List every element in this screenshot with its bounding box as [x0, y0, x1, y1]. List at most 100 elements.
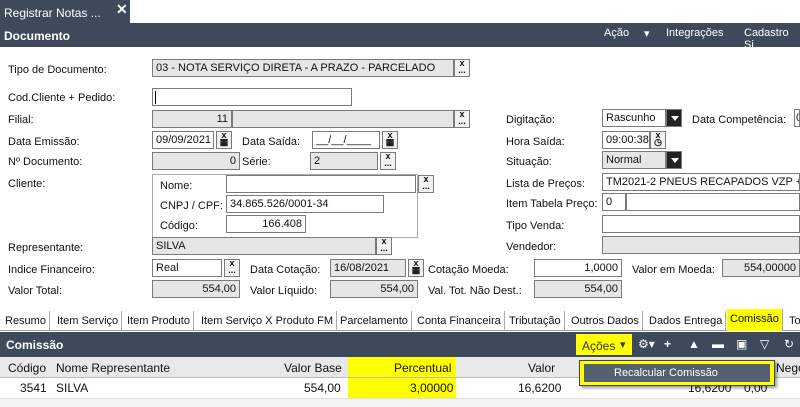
valor-moeda-field: 554,00000: [722, 259, 800, 277]
page-title: Documento: [4, 29, 70, 43]
data-cotacao-label: Data Cotação:: [250, 264, 321, 276]
representante-field[interactable]: SILVA: [152, 237, 376, 255]
comissao-header: Comissão Ações ▾ ⚙▾ + ▲ ▬ ▣ ▽ ↻: [0, 332, 800, 357]
chevron-down-icon: ▾: [620, 339, 626, 351]
menu-acao[interactable]: Ação: [604, 27, 629, 39]
acoes-dropdown-menu: Recalcular Comissão: [579, 360, 775, 386]
vendedor-field[interactable]: [602, 236, 800, 254]
valor-liquido-field: 554,00: [330, 280, 418, 298]
data-saida-label: Data Saída:: [242, 136, 301, 148]
lookup-button[interactable]: x...: [380, 152, 396, 170]
lookup-button[interactable]: x...: [418, 175, 434, 193]
acoes-label: Ações: [582, 339, 616, 353]
val-tot-nao-dest-label: Val. Tot. Não Dest.:: [428, 285, 522, 297]
codigo-input[interactable]: 166.408: [226, 215, 306, 233]
tab-item-servico[interactable]: Item Serviço: [54, 311, 123, 331]
lista-precos-field[interactable]: TM2021-2 PNEUS RECAPADOS VZP +14,9: [602, 173, 800, 191]
data-competencia-label: Data Competência:: [692, 114, 787, 126]
add-icon[interactable]: +: [664, 337, 671, 351]
tipo-documento-label: Tipo de Documento:: [8, 64, 107, 76]
move-up-icon[interactable]: ▲: [688, 337, 700, 351]
document-header: Documento Ação ▾ Integrações Cadastro Si: [0, 23, 800, 51]
digitacao-select[interactable]: Rascunho: [602, 109, 666, 127]
col-nego[interactable]: Nego: [776, 361, 800, 375]
indice-input[interactable]: Real: [152, 259, 222, 277]
valor-total-field: 554,00: [152, 280, 240, 298]
chevron-down-icon[interactable]: [666, 151, 682, 169]
data-cotacao-field[interactable]: 16/08/2021: [330, 259, 406, 277]
lookup-button[interactable]: x...: [224, 259, 240, 277]
cnpj-input[interactable]: 34.865.526/0001-34: [226, 195, 384, 213]
filial-field[interactable]: 11: [152, 110, 232, 128]
clock-icon[interactable]: x ◷: [650, 131, 666, 149]
tab-more[interactable]: To: [786, 311, 800, 331]
tab-outros-dados[interactable]: Outros Dados: [568, 311, 643, 331]
filter-toggle-icon[interactable]: ⚙▾: [638, 337, 655, 351]
tab-comissao[interactable]: Comissão: [727, 309, 783, 331]
data-emissao-input[interactable]: 09/09/2021: [152, 131, 214, 149]
cell-percentual: 3,00000: [410, 381, 454, 395]
tab-title: Registrar Notas ...: [4, 6, 101, 20]
cod-cliente-label: Cod.Cliente + Pedido:: [8, 92, 116, 104]
nome-label: Nome:: [160, 180, 193, 192]
cotacao-moeda-input[interactable]: 1,0000: [534, 259, 622, 277]
cliente-label: Cliente:: [8, 178, 46, 190]
tab-parcelamento[interactable]: Parcelamento: [337, 311, 412, 331]
col-nome-representante[interactable]: Nome Representante: [56, 361, 170, 375]
n-documento-field[interactable]: 0: [152, 152, 240, 170]
tab-registrar-notas[interactable]: Registrar Notas ...: [0, 0, 130, 23]
acoes-button[interactable]: Ações ▾: [576, 334, 632, 355]
menu-cadastro[interactable]: Cadastro Si: [744, 27, 800, 51]
calendar-icon[interactable]: x ▦: [216, 131, 232, 149]
chevron-down-icon[interactable]: [666, 109, 682, 127]
calendar-icon[interactable]: x ▦: [408, 259, 424, 277]
vendedor-label: Vendedor:: [506, 241, 557, 253]
menu-integracoes[interactable]: Integrações: [666, 27, 723, 39]
close-icon[interactable]: ✕: [116, 1, 128, 18]
tab-item-produto[interactable]: Item Produto: [124, 311, 194, 331]
tab-tributacao[interactable]: Tributação: [506, 311, 565, 331]
col-percentual[interactable]: Percentual: [394, 361, 451, 375]
section-tabs: Resumo Item Serviço Item Produto Item Se…: [0, 309, 800, 331]
tipo-documento-field[interactable]: 03 - NOTA SERVIÇO DIRETA - A PRAZO - PAR…: [152, 59, 454, 77]
remove-icon[interactable]: ▬: [712, 337, 724, 351]
tipo-venda-input[interactable]: [602, 215, 800, 233]
tab-conta-financeira[interactable]: Conta Financeira: [414, 311, 505, 331]
lista-precos-label: Lista de Preços:: [506, 178, 585, 190]
indice-label: Indice Financeiro:: [8, 264, 95, 276]
hora-saida-label: Hora Saída:: [506, 136, 565, 148]
tab-resumo[interactable]: Resumo: [2, 311, 50, 331]
item-tabela-input[interactable]: 0: [602, 193, 626, 211]
grid-footer: [0, 398, 800, 407]
cell-valor: 16,6200: [518, 381, 562, 395]
data-competencia-input[interactable]: 0: [794, 109, 800, 127]
cod-cliente-input[interactable]: [152, 88, 352, 106]
calendar-icon[interactable]: x ▦: [382, 131, 398, 149]
col-codigo[interactable]: Código: [8, 361, 46, 375]
cell-nome: SILVA: [56, 381, 89, 395]
col-valor[interactable]: Valor: [528, 361, 555, 375]
situacao-select[interactable]: Normal: [602, 151, 666, 169]
chevron-down-icon[interactable]: ▾: [644, 27, 650, 40]
valor-liquido-label: Valor Líquido:: [250, 285, 318, 297]
tab-dados-entrega[interactable]: Dados Entrega: [646, 311, 727, 331]
comissao-title: Comissão: [6, 338, 64, 352]
lookup-button[interactable]: x...: [454, 59, 470, 77]
nome-input[interactable]: [226, 175, 416, 193]
export-icon[interactable]: ▣: [736, 337, 747, 351]
serie-field[interactable]: 2: [310, 152, 378, 170]
item-tabela-desc: [626, 193, 800, 211]
tab-item-servico-produto[interactable]: Item Serviço X Produto FM: [198, 311, 338, 331]
menu-item-recalcular-comissao[interactable]: Recalcular Comissão: [584, 364, 770, 382]
refresh-icon[interactable]: ↻: [784, 337, 794, 351]
col-valor-base[interactable]: Valor Base: [284, 361, 342, 375]
filial-name-field: [232, 110, 454, 128]
filter-icon[interactable]: ▽: [760, 337, 769, 351]
lookup-button[interactable]: x...: [454, 110, 470, 128]
data-saida-input[interactable]: __/__/____: [312, 131, 380, 149]
tipo-venda-label: Tipo Venda:: [506, 220, 565, 232]
lookup-button[interactable]: x...: [376, 237, 392, 255]
hora-saida-input[interactable]: 09:00:38: [602, 131, 650, 149]
representante-label: Representante:: [8, 242, 84, 254]
cnpj-label: CNPJ / CPF:: [160, 200, 223, 212]
